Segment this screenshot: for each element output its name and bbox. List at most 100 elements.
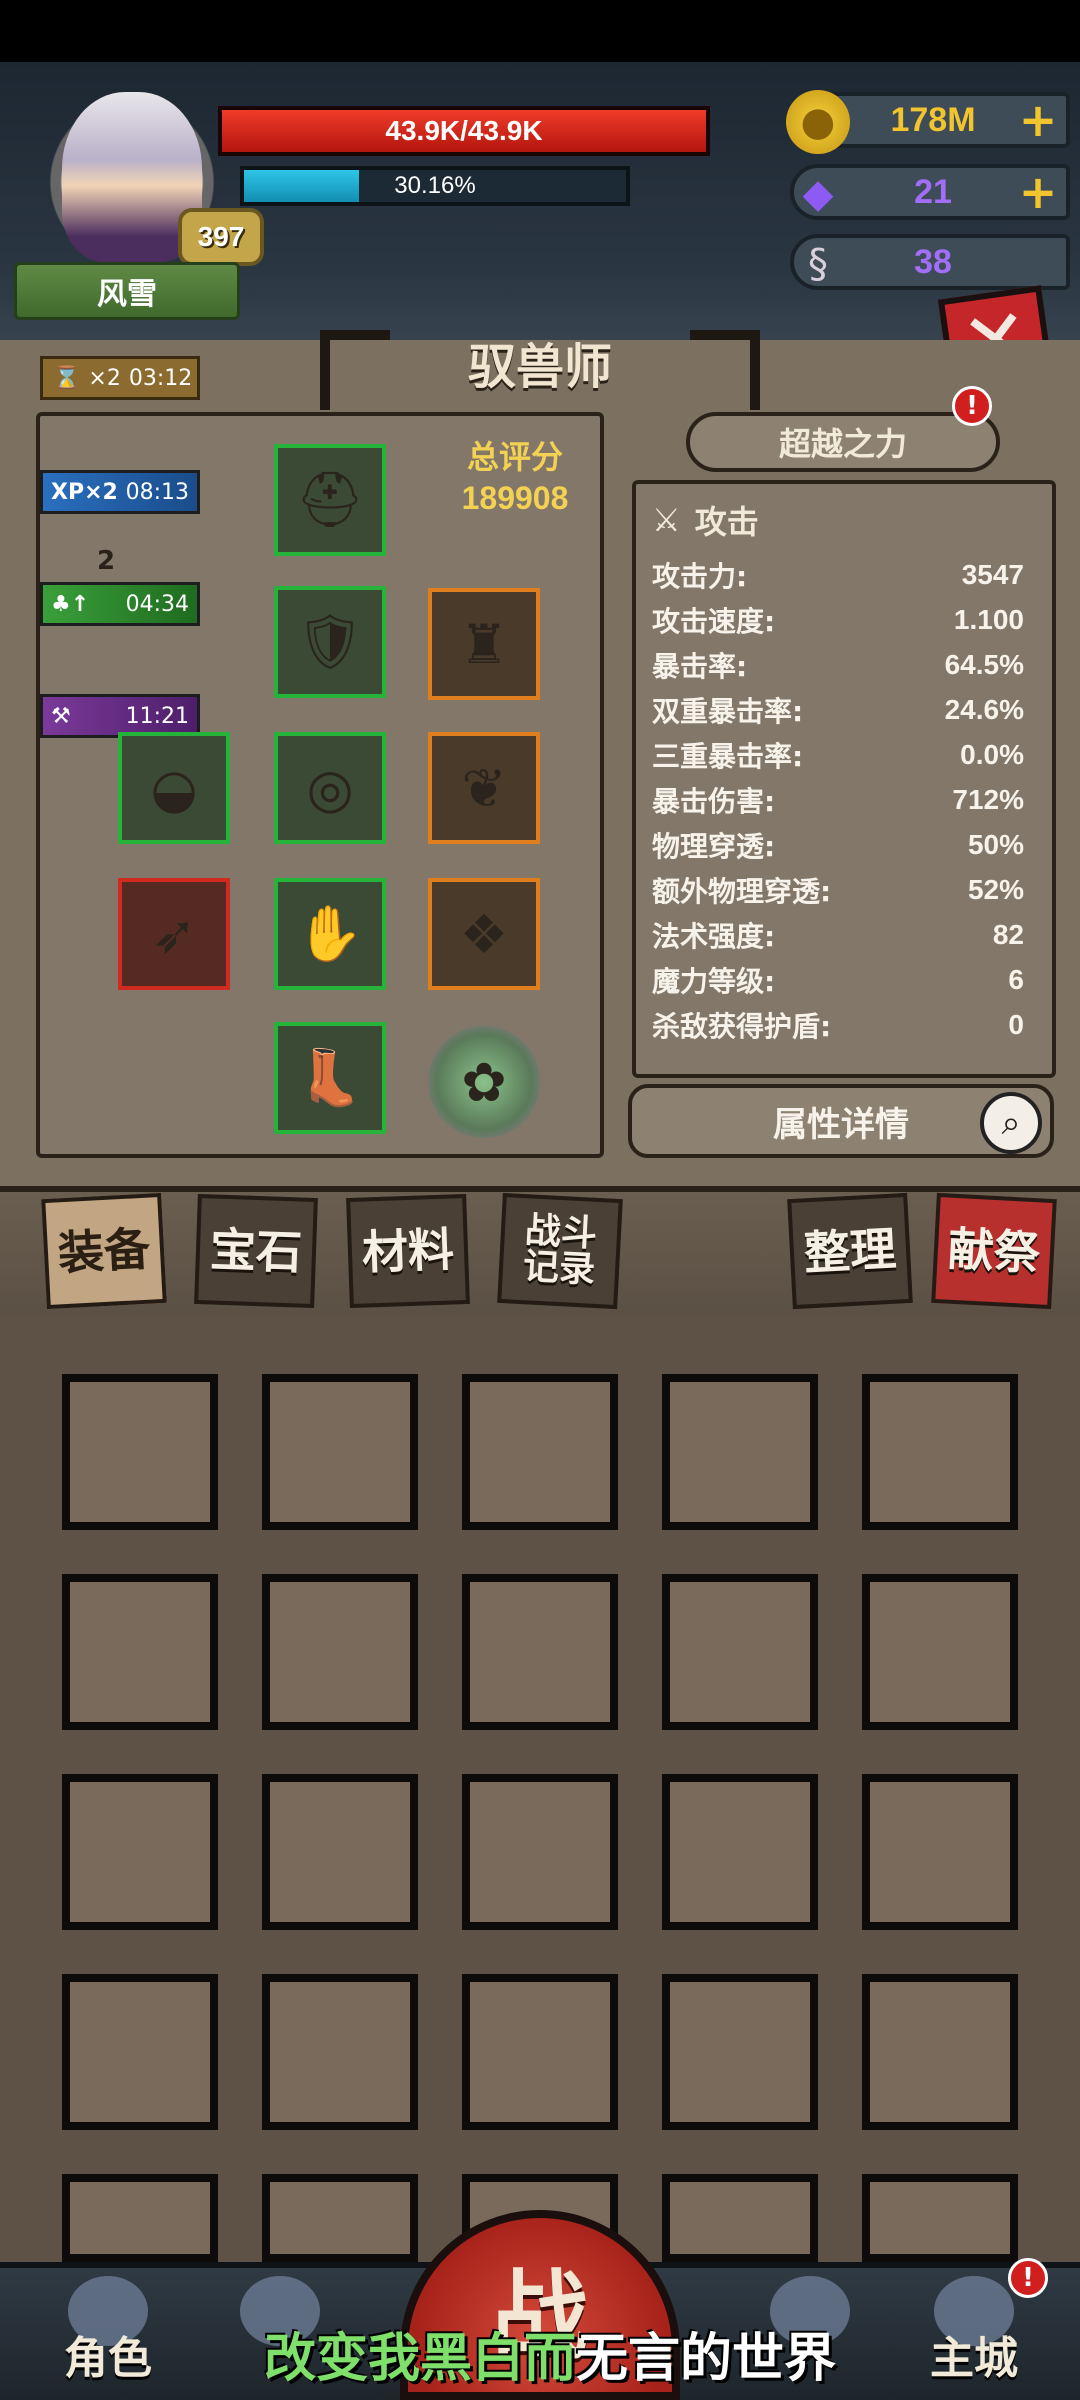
helmet-icon: ⛑: [295, 468, 365, 531]
tab-equipment[interactable]: 装备: [41, 1192, 167, 1310]
offhand-slot[interactable]: ❖: [428, 878, 540, 990]
stat-row: 三重暴击率: 0.0%: [652, 732, 1024, 777]
sacrifice-button[interactable]: 献祭: [931, 1192, 1057, 1310]
score-label: 总评分: [466, 438, 563, 476]
helmet-slot[interactable]: ⛑: [274, 444, 386, 556]
nav-city-label: 主城: [930, 2333, 1018, 2384]
purple-gem-icon: ◆: [802, 171, 834, 217]
tab-materials[interactable]: 材料: [346, 1193, 470, 1309]
cloak-slot[interactable]: ♜: [428, 588, 540, 700]
armor-slot[interactable]: 🛡: [274, 586, 386, 698]
crossed-swords-icon: ⚔: [652, 501, 681, 539]
inventory-slot[interactable]: [862, 2174, 1018, 2262]
hourglass-icon: ⌛: [53, 365, 81, 391]
inventory-slot[interactable]: [862, 1974, 1018, 2130]
boots-slot[interactable]: 👢: [274, 1022, 386, 1134]
seal-slot[interactable]: ✿: [428, 1026, 540, 1138]
hp-bar: 43.9K/43.9K: [218, 106, 710, 156]
stat-name: 法术强度:: [652, 919, 776, 953]
inventory-slot[interactable]: [662, 2174, 818, 2262]
cloak-icon: ♜: [459, 612, 509, 676]
inventory-slot[interactable]: [62, 1374, 218, 1530]
luck-buff[interactable]: ♣↑ 04:34: [40, 582, 200, 626]
search-icon[interactable]: ⌕: [980, 1092, 1042, 1154]
necklace-slot[interactable]: ❦: [428, 732, 540, 844]
luck-buff-time: 04:34: [125, 591, 189, 617]
tab-battle-log[interactable]: 战斗 记录: [497, 1192, 623, 1310]
stat-row: 魔力等级: 6: [652, 957, 1024, 1002]
stat-value: 712%: [952, 783, 1024, 815]
offhand-icon: ❖: [459, 902, 509, 966]
add-gem-button[interactable]: +: [1016, 165, 1060, 219]
seal-icon: ✿: [461, 1050, 507, 1114]
inventory-slot[interactable]: [62, 1574, 218, 1730]
tab-battle-log-line2: 记录: [522, 1246, 597, 1291]
hourglass-buff[interactable]: ⌛ ×2 03:12: [40, 356, 200, 400]
inventory-slot[interactable]: [62, 1974, 218, 2130]
add-gold-button[interactable]: +: [1016, 93, 1060, 147]
level-badge: 397: [178, 208, 264, 266]
inventory-slot[interactable]: [662, 1374, 818, 1530]
inventory-slot[interactable]: [462, 1774, 618, 1930]
inventory-slot[interactable]: [462, 1574, 618, 1730]
stat-row: 攻击力: 3547: [652, 552, 1024, 597]
stat-row: 暴击率: 64.5%: [652, 642, 1024, 687]
ram-horn-icon: §: [808, 241, 828, 287]
xp-buff[interactable]: XP×2 08:13: [40, 470, 200, 514]
arrange-button[interactable]: 整理: [787, 1192, 913, 1310]
stat-row: 攻击速度: 1.100: [652, 597, 1024, 642]
hammer-icon: ⚒: [51, 703, 71, 729]
inventory-slot[interactable]: [862, 1374, 1018, 1530]
gold-counter: ● 178M +: [786, 90, 1070, 154]
transcend-button[interactable]: 超越之力: [686, 412, 1000, 472]
stat-value: 6: [1008, 963, 1024, 995]
shoulder-slot[interactable]: ◒: [118, 732, 230, 844]
gloves-slot[interactable]: ✋: [274, 878, 386, 990]
gem-counter: ◆ 21 +: [790, 164, 1070, 220]
horn-counter: § 38: [790, 234, 1070, 290]
city-alert-icon: !: [1008, 2258, 1048, 2298]
nav-character-label: 角色: [64, 2333, 152, 2384]
page-title: 驭兽师: [320, 312, 760, 412]
gold-value: 178M: [890, 100, 976, 139]
inventory-slot[interactable]: [462, 1374, 618, 1530]
inventory-slot[interactable]: [662, 1774, 818, 1930]
stat-value: 1.100: [953, 603, 1024, 635]
inventory-slot[interactable]: [262, 1374, 418, 1530]
stat-value: 0.0%: [960, 738, 1024, 770]
boots-icon: 👢: [296, 1046, 364, 1109]
tab-gems[interactable]: 宝石: [194, 1193, 318, 1309]
gem-value: 21: [914, 172, 952, 211]
inventory-slot[interactable]: [662, 1974, 818, 2130]
inventory-slot[interactable]: [262, 1574, 418, 1730]
inventory-slot[interactable]: [62, 1774, 218, 1930]
inventory-slot[interactable]: [862, 1774, 1018, 1930]
inventory-slot[interactable]: [262, 1774, 418, 1930]
stat-row: 暴击伤害: 712%: [652, 777, 1024, 822]
weapon-slot[interactable]: ➶: [118, 878, 230, 990]
inventory-slot[interactable]: [862, 1574, 1018, 1730]
stat-name: 攻击速度:: [652, 604, 776, 638]
inventory-slot[interactable]: [662, 1574, 818, 1730]
nav-character[interactable]: 角色: [28, 2268, 188, 2396]
inventory-slot[interactable]: [262, 2174, 418, 2262]
inventory-slot[interactable]: [262, 1974, 418, 2130]
inventory-slot[interactable]: [62, 2174, 218, 2262]
horn-value: 38: [914, 242, 952, 281]
subtitle-part1: 改变我黑白而: [263, 2328, 576, 2389]
luck-buff-level: 2: [96, 546, 116, 576]
xp-text: 30.16%: [394, 172, 476, 199]
stats-header: ⚔ 攻击: [652, 496, 1032, 544]
inventory-slot[interactable]: [462, 1974, 618, 2130]
subtitle-part2: 无言的世界: [576, 2328, 837, 2389]
bow-icon: ➶: [151, 902, 197, 966]
video-subtitle: 改变我黑白而 无言的世界: [220, 2318, 880, 2389]
armor-icon: 🛡: [295, 610, 365, 673]
belt-slot[interactable]: ◎: [274, 732, 386, 844]
stat-name: 杀敌获得护盾:: [652, 1009, 832, 1043]
stat-name: 双重暴击率:: [652, 694, 804, 728]
belt-icon: ◎: [306, 756, 354, 820]
shoulder-icon: ◒: [150, 756, 198, 820]
xp-buff-label: XP×2: [51, 479, 118, 505]
stat-value: 3547: [961, 558, 1024, 590]
